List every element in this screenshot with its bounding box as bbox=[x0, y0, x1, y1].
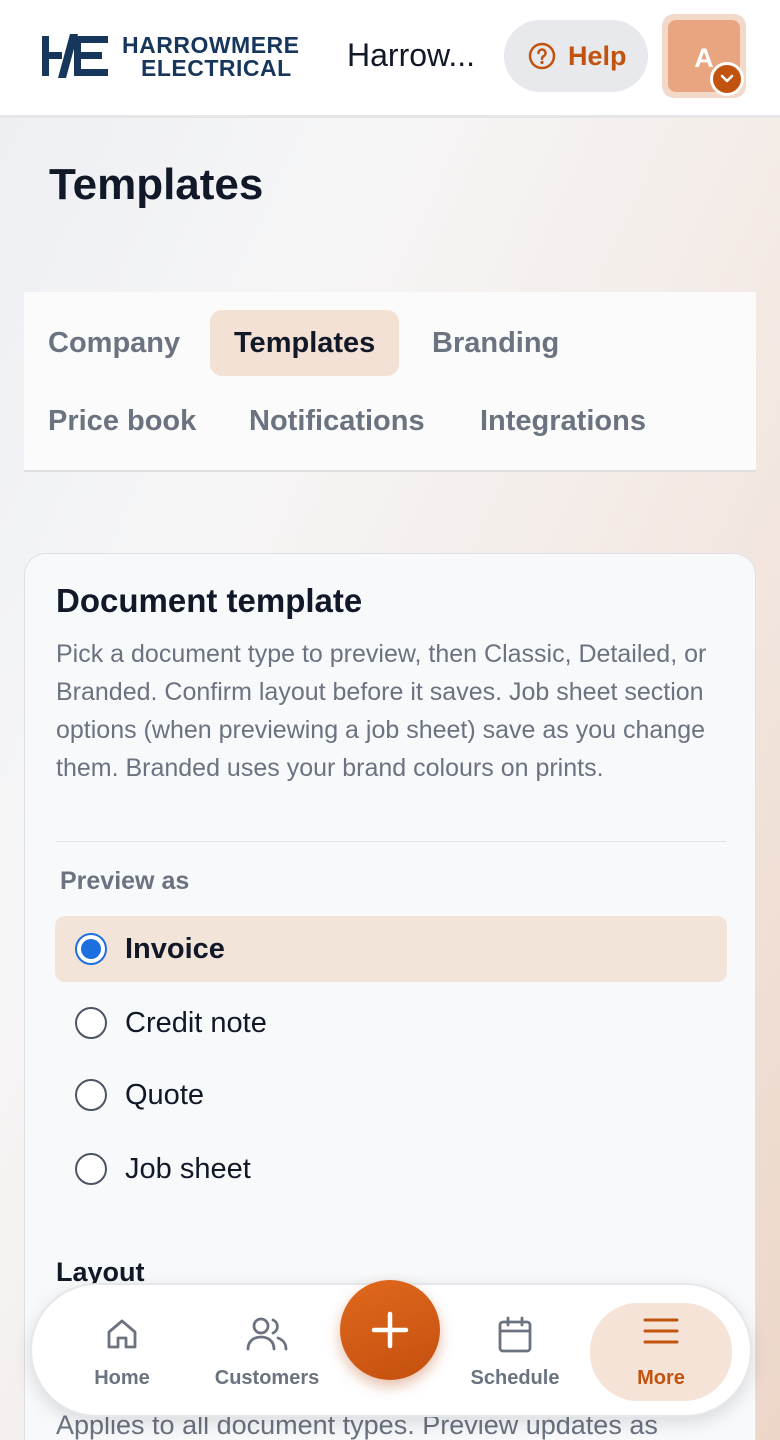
nav-label: Home bbox=[94, 1367, 150, 1389]
radio-option-invoice[interactable]: Invoice bbox=[55, 916, 727, 982]
radio-option-quote[interactable]: Quote bbox=[55, 1062, 727, 1128]
section-description: Pick a document type to preview, then Cl… bbox=[56, 640, 707, 782]
settings-tabs: Company Templates Branding Price book No… bbox=[24, 292, 756, 472]
radio-button[interactable] bbox=[75, 1079, 107, 1111]
calendar-icon bbox=[498, 1316, 532, 1353]
create-new-button[interactable] bbox=[340, 1280, 440, 1380]
tab-company[interactable]: Company bbox=[48, 310, 180, 376]
radio-label: Quote bbox=[125, 1078, 204, 1111]
nav-home[interactable]: Home bbox=[72, 1285, 172, 1419]
page-title: Templates bbox=[49, 160, 264, 209]
tab-notifications[interactable]: Notifications bbox=[249, 388, 425, 454]
radio-label: Job sheet bbox=[125, 1152, 251, 1185]
help-label: Help bbox=[568, 40, 627, 71]
logo-mark-icon bbox=[42, 34, 108, 78]
radio-label: Credit note bbox=[125, 1006, 267, 1039]
radio-option-credit-note[interactable]: Credit note bbox=[55, 990, 727, 1056]
home-icon bbox=[107, 1319, 137, 1349]
help-circle-icon bbox=[528, 42, 556, 70]
tab-price-book[interactable]: Price book bbox=[48, 388, 196, 454]
radio-button[interactable] bbox=[75, 933, 107, 965]
help-button[interactable]: Help bbox=[504, 20, 648, 92]
radio-button[interactable] bbox=[75, 1153, 107, 1185]
app-header: HARROWMERE ELECTRICAL Harrow... Help A bbox=[0, 0, 780, 118]
nav-more[interactable]: More bbox=[590, 1303, 732, 1401]
company-name[interactable]: Harrow... bbox=[347, 37, 487, 74]
menu-icon bbox=[643, 1318, 679, 1344]
logo-text-line2: ELECTRICAL bbox=[141, 55, 292, 81]
users-icon bbox=[246, 1317, 288, 1351]
nav-label: Customers bbox=[214, 1367, 320, 1389]
nav-schedule[interactable]: Schedule bbox=[452, 1285, 578, 1419]
tab-branding[interactable]: Branding bbox=[432, 310, 559, 376]
nav-label: Schedule bbox=[470, 1367, 560, 1389]
preview-as-label: Preview as bbox=[60, 867, 190, 895]
plus-icon bbox=[371, 1311, 409, 1349]
account-menu-button[interactable]: A bbox=[662, 14, 746, 98]
section-title: Document template bbox=[56, 582, 363, 619]
radio-label: Invoice bbox=[125, 932, 225, 965]
divider bbox=[56, 841, 726, 842]
radio-option-job-sheet[interactable]: Job sheet bbox=[55, 1136, 727, 1202]
nav-label: More bbox=[637, 1367, 685, 1389]
radio-button[interactable] bbox=[75, 1007, 107, 1039]
nav-customers[interactable]: Customers bbox=[202, 1285, 332, 1419]
company-logo[interactable]: HARROWMERE ELECTRICAL bbox=[40, 32, 310, 81]
tab-integrations[interactable]: Integrations bbox=[480, 388, 646, 454]
chevron-down-icon bbox=[710, 62, 744, 96]
tab-templates[interactable]: Templates bbox=[210, 310, 400, 376]
